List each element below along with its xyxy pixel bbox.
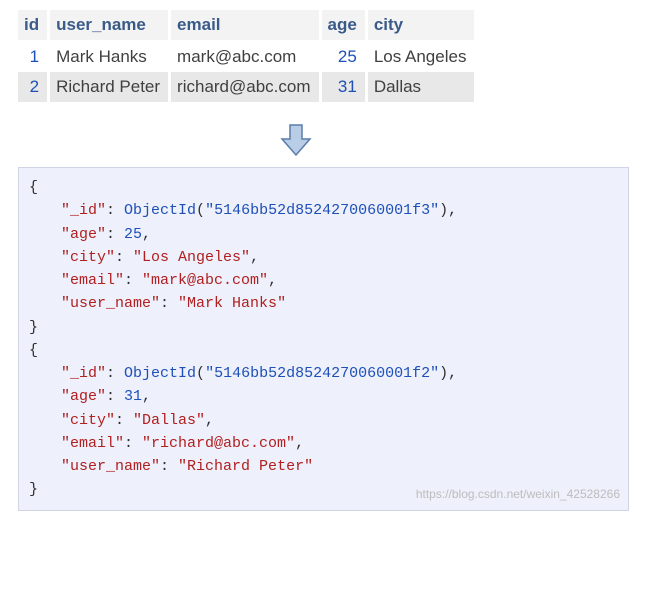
- json-val: "Mark Hanks": [178, 295, 286, 312]
- arrow-shape: [282, 125, 310, 155]
- col-age: age: [320, 10, 366, 41]
- table-row: 2 Richard Peter richard@abc.com 31 Dalla…: [18, 72, 476, 102]
- cell-user-name: Richard Peter: [49, 72, 170, 102]
- cell-city: Dallas: [366, 72, 476, 102]
- json-fn: ObjectId: [124, 365, 196, 382]
- json-val: "mark@abc.com": [142, 272, 268, 289]
- cell-email: richard@abc.com: [170, 72, 320, 102]
- json-key: "email": [61, 272, 124, 289]
- col-id: id: [18, 10, 49, 41]
- json-key: "age": [61, 388, 106, 405]
- cell-id: 1: [18, 41, 49, 72]
- json-key: "_id": [61, 202, 106, 219]
- cell-age: 31: [320, 72, 366, 102]
- col-email: email: [170, 10, 320, 41]
- watermark: https://blog.csdn.net/weixin_42528266: [416, 485, 620, 504]
- cell-city: Los Angeles: [366, 41, 476, 72]
- cell-id: 2: [18, 72, 49, 102]
- down-arrow-icon: [278, 123, 318, 157]
- json-val: 25: [124, 226, 142, 243]
- cell-age: 25: [320, 41, 366, 72]
- json-key: "city": [61, 249, 115, 266]
- json-key: "email": [61, 435, 124, 452]
- json-output: { "_id": ObjectId("5146bb52d852427006000…: [18, 167, 629, 511]
- json-val: "Los Angeles": [133, 249, 250, 266]
- table-row: 1 Mark Hanks mark@abc.com 25 Los Angeles: [18, 41, 476, 72]
- json-val: "Richard Peter": [178, 458, 313, 475]
- col-user-name: user_name: [49, 10, 170, 41]
- cell-user-name: Mark Hanks: [49, 41, 170, 72]
- json-arg: "5146bb52d8524270060001f3": [205, 202, 439, 219]
- json-val: "Dallas": [133, 412, 205, 429]
- json-val: 31: [124, 388, 142, 405]
- json-key: "user_name": [61, 458, 160, 475]
- json-key: "user_name": [61, 295, 160, 312]
- json-arg: "5146bb52d8524270060001f2": [205, 365, 439, 382]
- json-key: "_id": [61, 365, 106, 382]
- col-city: city: [366, 10, 476, 41]
- json-key: "age": [61, 226, 106, 243]
- json-val: "richard@abc.com": [142, 435, 295, 452]
- json-fn: ObjectId: [124, 202, 196, 219]
- data-table: id user_name email age city 1 Mark Hanks…: [18, 10, 477, 102]
- cell-email: mark@abc.com: [170, 41, 320, 72]
- json-key: "city": [61, 412, 115, 429]
